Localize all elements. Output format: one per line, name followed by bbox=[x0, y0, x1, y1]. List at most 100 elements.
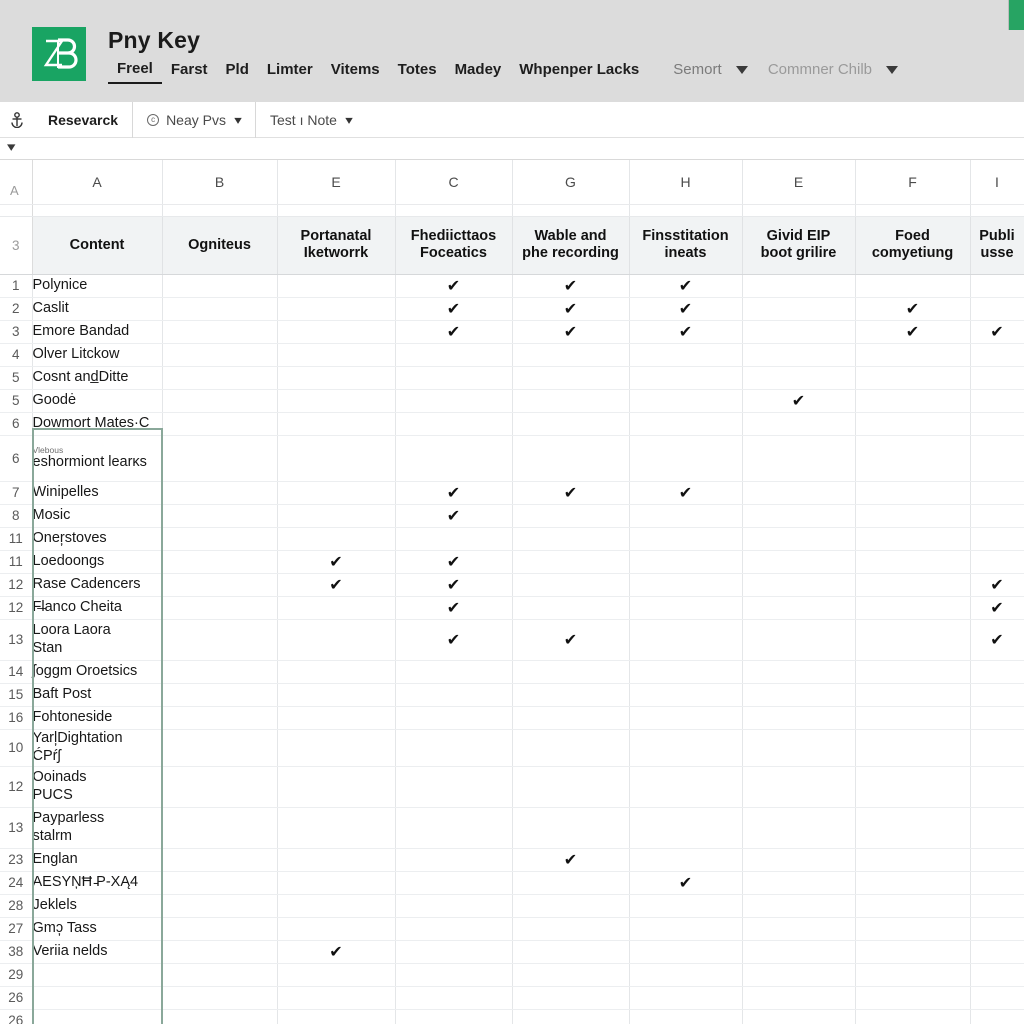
checkbox-cell[interactable]: ✔ bbox=[512, 619, 630, 661]
row-label-cell[interactable]: F̶lanco Cheita bbox=[32, 596, 163, 620]
checkbox-cell[interactable] bbox=[277, 894, 396, 918]
row-label-cell[interactable] bbox=[32, 986, 163, 1010]
checkbox-cell[interactable] bbox=[742, 729, 856, 767]
checkbox-cell[interactable]: ✔ bbox=[395, 550, 513, 574]
checkbox-cell[interactable]: ✔ bbox=[629, 274, 743, 298]
table-row[interactable]: 4 Olver Litckow bbox=[0, 343, 1024, 367]
banner-header-cell[interactable]: Foed comyetiung bbox=[855, 216, 971, 275]
checkbox-cell[interactable] bbox=[742, 660, 856, 684]
checkbox-cell[interactable] bbox=[162, 527, 278, 551]
row-label-cell[interactable]: Vlebous eshormiont learĸs bbox=[32, 435, 163, 482]
row-label-cell[interactable]: Cosnt and̲Ditte bbox=[32, 366, 163, 390]
checkbox-cell[interactable] bbox=[395, 412, 513, 436]
checkbox-cell[interactable] bbox=[970, 343, 1024, 367]
checkbox-cell[interactable] bbox=[512, 963, 630, 987]
anchor-icon[interactable] bbox=[0, 111, 34, 128]
table-row[interactable]: 38 Veriia nelds ✔ bbox=[0, 940, 1024, 964]
row-label-cell[interactable]: Veriia nelds bbox=[32, 940, 163, 964]
checkbox-cell[interactable]: ✔ bbox=[970, 320, 1024, 344]
row-label-cell[interactable]: Gmɔ̦ Tass bbox=[32, 917, 163, 941]
checkbox-cell[interactable] bbox=[512, 596, 630, 620]
row-number[interactable]: 24 bbox=[0, 871, 33, 895]
checkbox-cell[interactable] bbox=[742, 940, 856, 964]
checkbox-cell[interactable]: ✔ bbox=[395, 596, 513, 620]
checkbox-cell[interactable] bbox=[742, 807, 856, 849]
checkbox-cell[interactable] bbox=[162, 963, 278, 987]
checkbox-cell[interactable] bbox=[855, 412, 971, 436]
checkbox-cell[interactable] bbox=[277, 320, 396, 344]
column-header-f-7[interactable]: F bbox=[855, 160, 971, 205]
checkbox-cell[interactable] bbox=[742, 573, 856, 597]
checkbox-cell[interactable] bbox=[970, 389, 1024, 413]
checkbox-cell[interactable] bbox=[512, 729, 630, 767]
checkbox-cell[interactable] bbox=[970, 729, 1024, 767]
checkbox-cell[interactable] bbox=[855, 274, 971, 298]
row-label-cell[interactable]: Mosic bbox=[32, 504, 163, 528]
checkbox-cell[interactable] bbox=[742, 504, 856, 528]
checkbox-cell[interactable]: ✔ bbox=[512, 274, 630, 298]
checkbox-cell[interactable] bbox=[855, 435, 971, 482]
checkbox-cell[interactable] bbox=[970, 683, 1024, 707]
checkbox-cell[interactable] bbox=[277, 274, 396, 298]
row-label-cell[interactable]: Polynice bbox=[32, 274, 163, 298]
checkbox-cell[interactable] bbox=[629, 660, 743, 684]
row-label-cell[interactable] bbox=[32, 1009, 163, 1024]
checkbox-cell[interactable]: ✔ bbox=[970, 596, 1024, 620]
checkbox-cell[interactable] bbox=[277, 729, 396, 767]
checkbox-cell[interactable] bbox=[277, 706, 396, 730]
checkbox-cell[interactable] bbox=[855, 986, 971, 1010]
row-label-cell[interactable]: Fohtoneside bbox=[32, 706, 163, 730]
row-number[interactable]: 26 bbox=[0, 986, 33, 1010]
table-row[interactable]: 5 Goodė ✔ bbox=[0, 389, 1024, 413]
table-row[interactable]: 8 Mosic ✔ bbox=[0, 504, 1024, 528]
checkbox-cell[interactable] bbox=[277, 619, 396, 661]
checkbox-cell[interactable] bbox=[970, 481, 1024, 505]
checkbox-cell[interactable]: ✔ bbox=[395, 481, 513, 505]
row-number[interactable]: 3 bbox=[0, 320, 33, 344]
checkbox-cell[interactable] bbox=[162, 660, 278, 684]
table-row[interactable]: 7 Winipelles ✔ ✔ ✔ bbox=[0, 481, 1024, 505]
checkbox-cell[interactable] bbox=[512, 343, 630, 367]
checkbox-cell[interactable] bbox=[162, 504, 278, 528]
checkbox-cell[interactable] bbox=[629, 366, 743, 390]
checkbox-cell[interactable] bbox=[162, 807, 278, 849]
checkbox-cell[interactable] bbox=[970, 504, 1024, 528]
checkbox-cell[interactable] bbox=[970, 1009, 1024, 1024]
checkbox-cell[interactable] bbox=[629, 596, 743, 620]
row-number[interactable]: 3 bbox=[0, 216, 33, 275]
row-number[interactable]: 12 bbox=[0, 573, 33, 597]
checkbox-cell[interactable] bbox=[512, 986, 630, 1010]
checkbox-cell[interactable] bbox=[742, 963, 856, 987]
menu-item-madey[interactable]: Madey bbox=[446, 59, 511, 83]
spreadsheet-grid[interactable]: A A B E C G H E F I 3 Content Ogniteus Portanatal Iket… bbox=[0, 160, 1024, 1024]
checkbox-cell[interactable] bbox=[162, 848, 278, 872]
checkbox-cell[interactable] bbox=[162, 871, 278, 895]
checkbox-cell[interactable] bbox=[512, 412, 630, 436]
banner-header-cell[interactable]: Publi usse bbox=[970, 216, 1024, 275]
checkbox-cell[interactable] bbox=[742, 917, 856, 941]
checkbox-cell[interactable] bbox=[742, 1009, 856, 1024]
row-number[interactable]: 38 bbox=[0, 940, 33, 964]
table-row[interactable]: 5 Cosnt and̲Ditte bbox=[0, 366, 1024, 390]
checkbox-cell[interactable] bbox=[855, 729, 971, 767]
checkbox-cell[interactable] bbox=[855, 504, 971, 528]
checkbox-cell[interactable]: ✔ bbox=[855, 320, 971, 344]
row-label-cell[interactable]: Emore Bandad bbox=[32, 320, 163, 344]
checkbox-cell[interactable] bbox=[742, 481, 856, 505]
checkbox-cell[interactable] bbox=[629, 848, 743, 872]
table-row[interactable]: 11 Oner̦stoves bbox=[0, 527, 1024, 551]
checkbox-cell[interactable] bbox=[742, 527, 856, 551]
checkbox-cell[interactable] bbox=[629, 807, 743, 849]
checkbox-cell[interactable] bbox=[629, 894, 743, 918]
checkbox-cell[interactable] bbox=[512, 366, 630, 390]
checkbox-cell[interactable] bbox=[629, 619, 743, 661]
checkbox-cell[interactable] bbox=[855, 343, 971, 367]
checkbox-cell[interactable] bbox=[512, 940, 630, 964]
checkbox-cell[interactable] bbox=[162, 435, 278, 482]
checkbox-cell[interactable] bbox=[855, 619, 971, 661]
checkbox-cell[interactable] bbox=[277, 1009, 396, 1024]
row-label-cell[interactable]: Dowmort Mates·C bbox=[32, 412, 163, 436]
column-header-e-2[interactable]: E bbox=[277, 160, 396, 205]
row-number[interactable]: 23 bbox=[0, 848, 33, 872]
checkbox-cell[interactable] bbox=[512, 504, 630, 528]
